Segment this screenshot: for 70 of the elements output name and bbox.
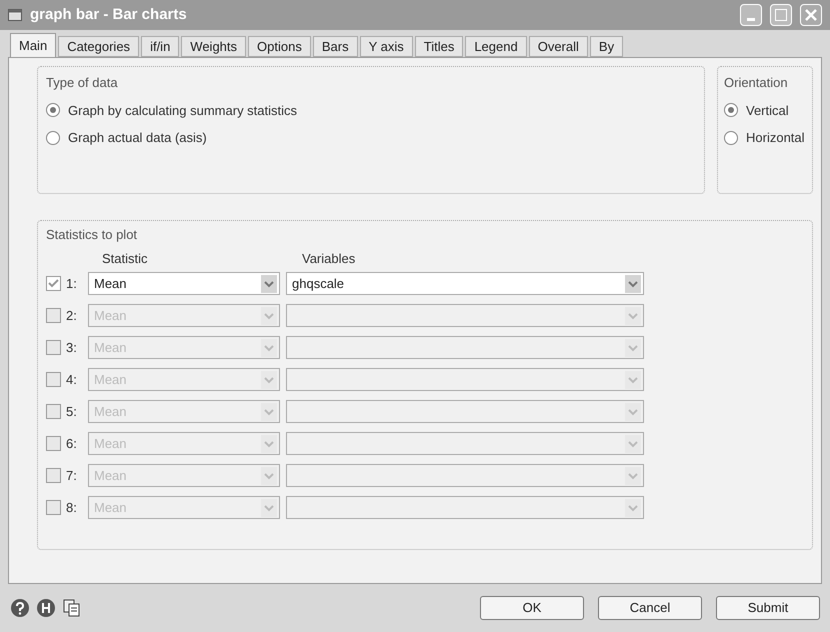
caret-icon [261, 498, 277, 516]
caret-icon [625, 338, 641, 356]
caret-icon [261, 402, 277, 420]
checkbox[interactable] [46, 276, 61, 291]
radio-label: Horizontal [746, 129, 805, 147]
row-number: 4: [66, 370, 78, 389]
column-header: Statistic [102, 250, 149, 268]
caret-icon [625, 370, 641, 388]
radio-button[interactable] [724, 130, 738, 145]
close-icon [805, 9, 817, 21]
tab[interactable]: Categories [58, 36, 140, 57]
caret-icon [261, 370, 277, 388]
close-button[interactable] [800, 4, 822, 26]
group-title: Type of data [46, 74, 119, 92]
caret-icon [261, 274, 277, 292]
variables-field[interactable]: ghqscale [286, 272, 644, 295]
maximize-button[interactable] [770, 4, 792, 26]
window-title: graph bar - Bar charts [30, 4, 188, 25]
group-title: Orientation [724, 74, 789, 92]
caret-icon [625, 402, 641, 420]
tab[interactable]: if/in [141, 36, 180, 57]
radio-label: Graph by calculating summary statistics [68, 102, 298, 120]
caret-icon [625, 498, 641, 516]
caret-icon [625, 306, 641, 324]
variables-field[interactable] [286, 432, 644, 455]
variables-field[interactable] [286, 496, 644, 519]
row-number: 1: [66, 274, 78, 293]
caret-icon [625, 466, 641, 484]
caret-icon [261, 338, 277, 356]
column-header: Variables [302, 250, 356, 268]
minimize-button[interactable] [740, 4, 762, 26]
help-icon[interactable] [10, 598, 30, 618]
variables-field[interactable] [286, 336, 644, 359]
radio-button[interactable] [46, 103, 60, 118]
group-title: Statistics to plot [46, 226, 138, 244]
radio-button[interactable] [724, 103, 738, 118]
variables-field[interactable] [286, 304, 644, 327]
radio-button[interactable] [46, 130, 60, 145]
row-number: 7: [66, 466, 78, 485]
tab[interactable]: Y axis [360, 36, 413, 57]
variables-field[interactable] [286, 464, 644, 487]
radio-label: Vertical [746, 102, 789, 120]
caret-icon [625, 274, 641, 292]
caret-icon [625, 434, 641, 452]
dialog-button[interactable]: Submit [716, 596, 820, 620]
radio-label: Graph actual data (asis) [68, 129, 207, 147]
variables-field[interactable] [286, 400, 644, 423]
copy-icon[interactable] [62, 598, 82, 618]
tab[interactable]: Overall [528, 36, 588, 57]
caret-icon [261, 466, 277, 484]
tab[interactable]: Legend [465, 36, 527, 57]
row-number: 6: [66, 434, 78, 453]
dialog-button[interactable]: Cancel [598, 596, 702, 620]
caret-icon [261, 434, 277, 452]
tab[interactable]: Titles [414, 36, 464, 57]
tab[interactable]: Main [10, 33, 56, 57]
dialog-button[interactable]: OK [480, 596, 584, 620]
caret-icon [261, 306, 277, 324]
statistic-dropdown[interactable]: Mean [88, 272, 280, 295]
row-number: 5: [66, 402, 78, 421]
row-number: 2: [66, 306, 78, 325]
tab[interactable]: Weights [181, 36, 246, 57]
row-number: 3: [66, 338, 78, 357]
window-icon [8, 9, 22, 21]
tab[interactable]: Bars [312, 36, 358, 57]
checkmark-icon [48, 279, 59, 288]
row-number: 8: [66, 498, 78, 517]
tab[interactable]: By [590, 36, 624, 57]
tab[interactable]: Options [248, 36, 311, 57]
variables-field[interactable] [286, 368, 644, 391]
